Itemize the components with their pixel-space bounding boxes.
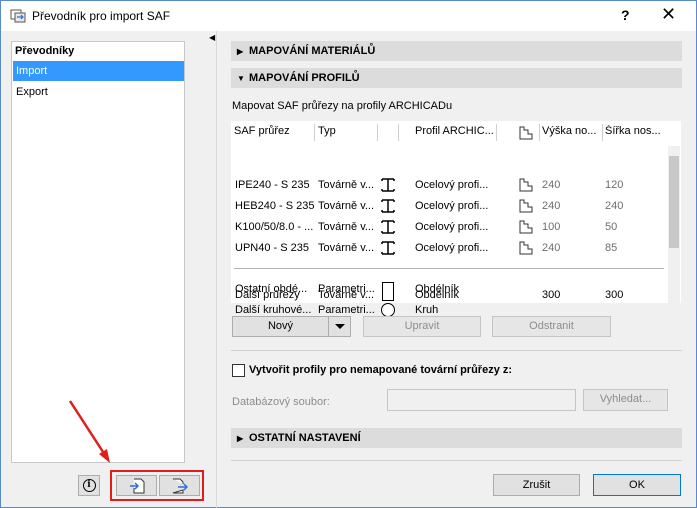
expand-icon: ▶ [237,434,244,443]
cell-profile: Ocelový profi... [415,200,489,212]
collapse-icon: ▼ [237,74,245,83]
section-divider [231,350,682,351]
info-button[interactable]: i [78,475,100,496]
scrollbar-thumb[interactable] [669,156,679,248]
table-row[interactable]: Další průřezy Továrně v... Obdélník 300 … [231,290,668,303]
i-beam-icon [381,199,395,213]
panel-divider[interactable] [216,31,217,508]
cell-width: 300 [605,290,624,301]
create-profiles-checkbox[interactable] [232,364,245,377]
cell-saf: IPE240 - S 235 [235,179,310,191]
cell-width: 85 [605,242,618,254]
delete-button[interactable]: Odstranit [492,316,611,337]
cell-type: Továrně v... [318,242,375,254]
info-icon: i [82,479,96,492]
circle-shape-icon [381,303,395,317]
cell-height: 100 [542,221,561,233]
section-material-mapping[interactable]: ▶ MAPOVÁNÍ MATERIÁLŮ [231,41,682,61]
table-scrollbar[interactable] [668,146,680,303]
column-header-saf[interactable]: SAF průřez [234,125,314,137]
i-beam-icon [381,241,395,255]
cell-height: 240 [542,200,561,212]
database-file-label: Databázový soubor: [232,396,330,408]
cell-saf: Další průřezy [235,290,300,301]
section-title: OSTATNÍ NASTAVENÍ [249,432,361,444]
cell-profile: Ocelový profi... [415,221,489,233]
cancel-button[interactable]: Zrušit [493,474,580,496]
rectangle-shape-icon [382,290,394,301]
cell-height: 300 [542,290,561,301]
column-header-height[interactable]: Výška no... [542,125,602,137]
browse-button[interactable]: Vyhledat... [583,389,668,411]
expand-icon: ▶ [237,47,244,56]
cell-type: Továrně v... [318,290,375,301]
profile-section-icon[interactable] [518,220,534,234]
section-other-settings[interactable]: ▶ OSTATNÍ NASTAVENÍ [231,428,682,448]
new-dropdown-chevron-icon[interactable] [328,316,351,337]
table-separator [234,268,664,269]
ok-button[interactable]: OK [593,474,681,496]
dialog-body: Převodníky Import Export ◀ i ▶ MAPOVÁNÍ M… [0,31,697,508]
profile-section-icon[interactable] [518,178,534,192]
profile-section-icon[interactable] [518,199,534,213]
profile-section-icon [519,126,533,140]
section-profile-mapping[interactable]: ▼ MAPOVÁNÍ PROFILŮ [231,68,682,88]
i-beam-icon [381,220,395,234]
cell-profile: Ocelový profi... [415,242,489,254]
window-title: Převodník pro import SAF [32,9,171,23]
i-beam-icon [381,178,395,192]
cell-saf: UPN40 - S 235 [235,242,309,254]
cell-saf: HEB240 - S 235 [235,200,314,212]
cell-height: 240 [542,179,561,191]
app-icon [10,9,26,23]
close-button[interactable]: ✕ [661,4,676,25]
column-header-profile[interactable]: Profil ARCHIC... [415,125,495,137]
annotation-arrow-icon [68,400,110,463]
section-title: MAPOVÁNÍ PROFILŮ [249,72,360,84]
help-button[interactable]: ? [621,7,630,23]
cell-type: Továrně v... [318,200,375,212]
database-file-field[interactable] [387,389,576,411]
cell-height: 240 [542,242,561,254]
cell-saf: K100/50/8.0 - ... [235,221,314,233]
create-profiles-label[interactable]: Vytvořit profily pro nemapované tovární … [249,364,512,376]
cell-saf: Další kruhové... [235,304,312,316]
section-title: MAPOVÁNÍ MATERIÁLŮ [249,45,376,57]
collapse-panel-icon[interactable]: ◀ [209,33,215,42]
profile-section-icon[interactable] [518,241,534,255]
cell-profile: Kruh [415,304,439,316]
cell-profile: Ocelový profi... [415,179,489,191]
footer-divider [231,460,682,461]
title-bar: Převodník pro import SAF ? ✕ [0,0,697,31]
export-file-icon [172,478,188,493]
cell-width: 50 [605,221,618,233]
cell-type: Parametri... [318,304,375,316]
new-profile-button[interactable]: Nový [232,316,329,337]
profile-table: SAF průřez Typ Profil ARCHIC... Výška no… [231,121,681,317]
column-header-type[interactable]: Typ [318,125,376,137]
column-header-width[interactable]: Šířka nos... [605,125,665,137]
cell-type: Továrně v... [318,179,375,191]
cell-width: 120 [605,179,624,191]
profile-mapping-description: Mapovat SAF průřezy na profily ARCHICADu [232,100,453,112]
edit-button[interactable]: Upravit [363,316,481,337]
cell-width: 240 [605,200,624,212]
cell-type: Továrně v... [318,221,375,233]
import-settings-button[interactable] [116,475,157,496]
import-file-icon [129,478,144,493]
export-settings-button[interactable] [159,475,200,496]
cell-profile: Obdélník [415,290,460,301]
